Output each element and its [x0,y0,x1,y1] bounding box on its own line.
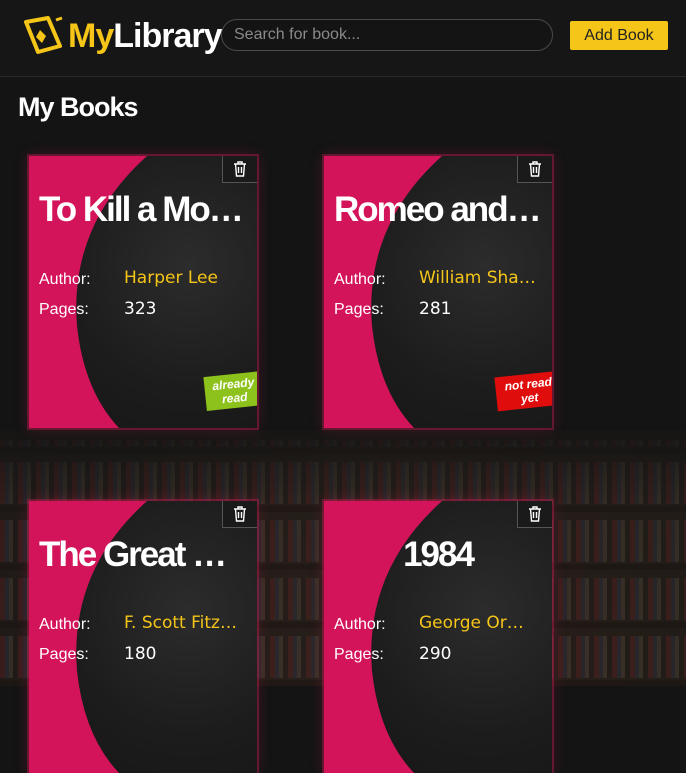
book-pages: 323 [124,299,157,319]
book-pages: 290 [419,644,452,664]
logo-text-my: My [68,16,114,55]
book-title: Romeo and Ju... [334,190,542,229]
book-pages: 281 [419,299,452,319]
book-card[interactable]: To Kill a Mocki... Author: Harper Lee Pa… [29,156,257,428]
search-input[interactable] [221,19,553,51]
author-label: Author: [39,616,91,633]
read-status-badge[interactable]: not read yet [494,370,552,412]
book-author: George Orwell [419,613,537,633]
book-card[interactable]: Romeo and Ju... Author: William Shak... … [324,156,552,428]
delete-button[interactable] [222,501,257,528]
author-label: Author: [334,271,386,288]
trash-icon [529,506,541,522]
app-logo[interactable]: MyLibrary [20,12,223,60]
pages-label: Pages: [334,646,384,663]
delete-button[interactable] [517,156,552,183]
book-title: 1984 [403,535,475,574]
book-logo-icon [24,16,63,54]
trash-icon [529,161,541,177]
book-title: To Kill a Mocki... [39,190,247,229]
author-label: Author: [39,271,91,288]
pages-label: Pages: [39,301,89,318]
page-title: My Books [18,92,139,122]
book-card[interactable]: 1984 Author: George Orwell Pages: 290 [324,501,552,773]
trash-icon [234,161,246,177]
book-author: F. Scott Fitzg... [124,613,242,633]
trash-icon [234,506,246,522]
delete-button[interactable] [517,501,552,528]
logo-text-library: Library [113,16,222,55]
book-title: The Great Gat... [39,535,247,574]
book-author: Harper Lee [124,268,218,288]
read-status-badge[interactable]: already read [203,371,257,411]
add-book-button[interactable]: Add Book [570,21,668,50]
pages-label: Pages: [39,646,89,663]
book-author: William Shak... [419,268,537,288]
header: MyLibrary Add Book [0,0,686,77]
delete-button[interactable] [222,156,257,183]
pages-label: Pages: [334,301,384,318]
author-label: Author: [334,616,386,633]
book-card[interactable]: The Great Gat... Author: F. Scott Fitzg.… [29,501,257,773]
book-pages: 180 [124,644,157,664]
